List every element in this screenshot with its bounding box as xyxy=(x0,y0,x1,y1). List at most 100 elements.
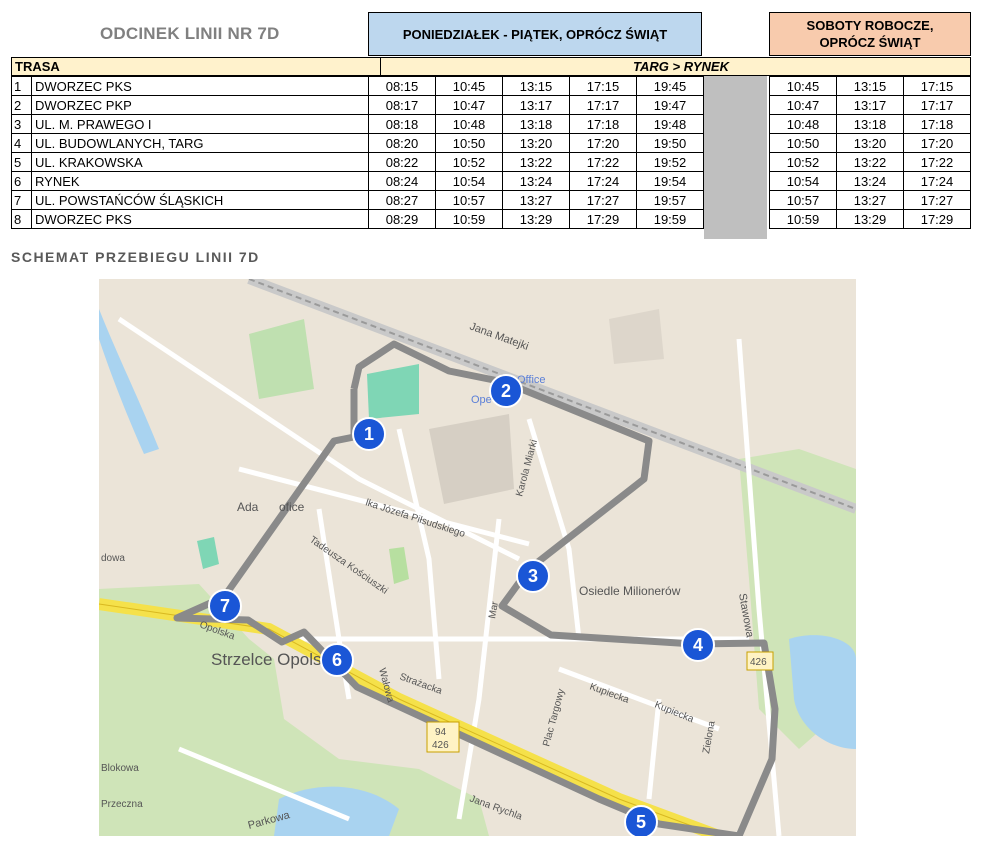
departure-time: 10:45 xyxy=(769,76,837,96)
departure-time: 10:54 xyxy=(435,171,503,191)
departure-time: 19:50 xyxy=(636,133,704,153)
weekdays-header: PONIEDZIAŁEK - PIĄTEK, OPRÓCZ ŚWIĄT xyxy=(368,12,702,56)
departure-time: 13:27 xyxy=(836,190,904,210)
departure-time: 13:27 xyxy=(502,190,570,210)
saturday-times-row: 10:57 13:27 17:27 xyxy=(769,190,971,210)
stop-marker-5[interactable]: 5 xyxy=(624,805,658,836)
label-road-94: 94 xyxy=(435,727,447,738)
departure-time: 19:52 xyxy=(636,152,704,172)
stop-name: UL. M. PRAWEGO I xyxy=(31,114,369,134)
stop-marker-6[interactable]: 6 xyxy=(320,643,354,677)
departure-time: 19:54 xyxy=(636,171,704,191)
map-canvas: Jana Matejki Office Ope Karola Miarki lk… xyxy=(99,279,856,836)
label-dowa: dowa xyxy=(101,553,125,564)
departure-time: 08:27 xyxy=(368,190,436,210)
stop-name: RYNEK xyxy=(31,171,369,191)
weekday-times-table: 08:15 10:45 13:15 17:15 19:45 08:17 10:47 13:17… xyxy=(368,76,704,229)
departure-time: 10:47 xyxy=(435,95,503,115)
stop-name: DWORZEC PKS xyxy=(31,209,369,229)
section-title: ODCINEK LINII NR 7D xyxy=(100,24,280,43)
label-station-2: Ope xyxy=(471,394,492,406)
label-road-426: 426 xyxy=(432,740,449,751)
departure-time: 13:24 xyxy=(836,171,904,191)
stop-marker-2[interactable]: 2 xyxy=(489,374,523,408)
stop-name: UL. BUDOWLANYCH, TARG xyxy=(31,133,369,153)
departure-time: 13:17 xyxy=(836,95,904,115)
departure-time: 10:59 xyxy=(769,209,837,229)
departure-time: 10:52 xyxy=(769,152,837,172)
stop-marker-7[interactable]: 7 xyxy=(208,589,242,623)
stop-number: 5 xyxy=(11,152,32,172)
departure-time: 10:57 xyxy=(769,190,837,210)
weekday-times-row: 08:22 10:52 13:22 17:22 19:52 xyxy=(368,152,704,172)
svg-text:6: 6 xyxy=(332,650,342,670)
departure-time: 13:20 xyxy=(502,133,570,153)
departure-time: 08:15 xyxy=(368,76,436,96)
saturday-times-row: 10:50 13:20 17:20 xyxy=(769,133,971,153)
departure-time: 08:22 xyxy=(368,152,436,172)
weekday-times-row: 08:15 10:45 13:15 17:15 19:45 xyxy=(368,76,704,96)
departure-time: 17:20 xyxy=(569,133,637,153)
departure-time: 19:59 xyxy=(636,209,704,229)
stop-name: DWORZEC PKS xyxy=(31,76,369,96)
stop-number: 4 xyxy=(11,133,32,153)
departure-time: 08:24 xyxy=(368,171,436,191)
departure-time: 08:20 xyxy=(368,133,436,153)
departure-time: 17:18 xyxy=(903,114,971,134)
saturday-times-row: 10:52 13:22 17:22 xyxy=(769,152,971,172)
stop-row: 7 UL. POWSTAŃCÓW ŚLĄSKICH xyxy=(11,190,369,210)
departure-time: 10:48 xyxy=(435,114,503,134)
stop-number: 1 xyxy=(11,76,32,96)
label-blokowa: Blokowa xyxy=(101,763,139,774)
departure-time: 17:17 xyxy=(569,95,637,115)
weekday-times-row: 08:17 10:47 13:17 17:17 19:47 xyxy=(368,95,704,115)
departure-time: 19:45 xyxy=(636,76,704,96)
stop-marker-4[interactable]: 4 xyxy=(681,628,715,662)
departure-time: 17:24 xyxy=(569,171,637,191)
saturdays-header: SOBOTY ROBOCZE, OPRÓCZ ŚWIĄT xyxy=(769,12,971,56)
column-separator xyxy=(704,76,767,239)
departure-time: 13:24 xyxy=(502,171,570,191)
saturday-times-row: 10:45 13:15 17:15 xyxy=(769,76,971,96)
stop-name: DWORZEC PKP xyxy=(31,95,369,115)
stop-number: 6 xyxy=(11,171,32,191)
label-road-426b: 426 xyxy=(750,657,767,668)
departure-time: 13:22 xyxy=(502,152,570,172)
departure-time: 13:17 xyxy=(502,95,570,115)
label-ada-2: ofice xyxy=(279,500,305,514)
stop-row: 5 UL. KRAKOWSKA xyxy=(11,152,369,172)
stop-number: 7 xyxy=(11,190,32,210)
label-przeczna: Przeczna xyxy=(101,799,143,810)
departure-time: 10:47 xyxy=(769,95,837,115)
stop-name: UL. KRAKOWSKA xyxy=(31,152,369,172)
departure-time: 10:57 xyxy=(435,190,503,210)
stop-marker-3[interactable]: 3 xyxy=(516,559,550,593)
departure-time: 08:29 xyxy=(368,209,436,229)
departure-time: 17:15 xyxy=(903,76,971,96)
building-block xyxy=(429,414,514,504)
stop-marker-1[interactable]: 1 xyxy=(352,417,386,451)
weekday-times-row: 08:27 10:57 13:27 17:27 19:57 xyxy=(368,190,704,210)
departure-time: 10:48 xyxy=(769,114,837,134)
departure-time: 13:20 xyxy=(836,133,904,153)
departure-time: 19:47 xyxy=(636,95,704,115)
saturday-times-row: 10:54 13:24 17:24 xyxy=(769,171,971,191)
departure-time: 17:29 xyxy=(569,209,637,229)
svg-text:2: 2 xyxy=(501,381,511,401)
svg-text:5: 5 xyxy=(636,812,646,832)
stop-row: 4 UL. BUDOWLANYCH, TARG xyxy=(11,133,369,153)
departure-time: 13:22 xyxy=(836,152,904,172)
departure-time: 17:17 xyxy=(903,95,971,115)
departure-time: 17:18 xyxy=(569,114,637,134)
departure-time: 13:29 xyxy=(502,209,570,229)
departure-time: 13:29 xyxy=(836,209,904,229)
departure-time: 10:54 xyxy=(769,171,837,191)
departure-time: 10:59 xyxy=(435,209,503,229)
departure-time: 08:17 xyxy=(368,95,436,115)
route-map: Jana Matejki Office Ope Karola Miarki lk… xyxy=(99,279,856,836)
stop-row: 2 DWORZEC PKP xyxy=(11,95,369,115)
stop-row: 1 DWORZEC PKS xyxy=(11,76,369,96)
stop-row: 3 UL. M. PRAWEGO I xyxy=(11,114,369,134)
departure-time: 19:57 xyxy=(636,190,704,210)
saturday-times-row: 10:48 13:18 17:18 xyxy=(769,114,971,134)
